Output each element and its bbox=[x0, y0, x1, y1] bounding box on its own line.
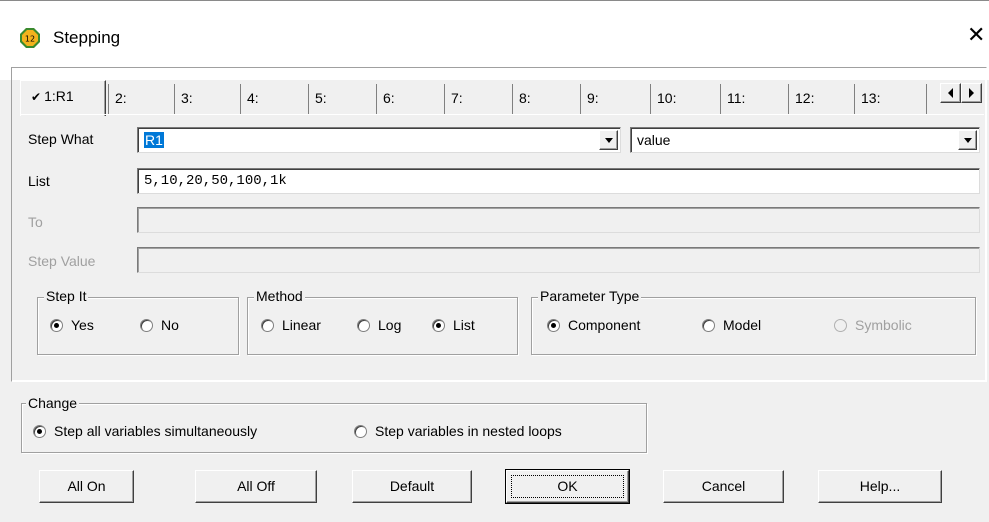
step-what-label: Step What bbox=[28, 131, 94, 147]
tab-12[interactable]: 12: bbox=[788, 84, 850, 114]
all-on-button[interactable]: All On bbox=[39, 470, 134, 503]
change-nested-radio[interactable]: Step variables in nested loops bbox=[354, 423, 562, 439]
tab-label: 2: bbox=[115, 90, 127, 106]
step-what-combobox[interactable]: R1 bbox=[137, 127, 621, 153]
tab-9[interactable]: 9: bbox=[580, 84, 642, 114]
method-log-radio[interactable]: Log bbox=[357, 317, 401, 333]
tab-8[interactable]: 8: bbox=[512, 84, 574, 114]
tab-scroll-left-button[interactable] bbox=[940, 83, 961, 103]
tab-10[interactable]: 10: bbox=[650, 84, 712, 114]
arrow-right-icon bbox=[969, 88, 974, 98]
radio-selected-icon bbox=[50, 318, 63, 332]
radio-label: Symbolic bbox=[855, 317, 912, 333]
tab-label: 11: bbox=[727, 90, 746, 106]
tab-3[interactable]: 3: bbox=[174, 84, 236, 114]
list-label: List bbox=[28, 173, 50, 189]
tab-label: 13: bbox=[861, 90, 881, 106]
all-off-button[interactable]: All Off bbox=[195, 470, 317, 503]
radio-selected-icon bbox=[33, 424, 46, 438]
change-legend: Change bbox=[26, 395, 80, 411]
tab-scroll-buttons bbox=[940, 83, 982, 103]
focus-rect bbox=[511, 475, 624, 498]
tab-7[interactable]: 7: bbox=[444, 84, 506, 114]
arrow-left-icon bbox=[948, 88, 953, 98]
tab-strip: ✔ 1:R1 2: 3: 4: 5: 6: 7: 8: 9: 10: 11: 12… bbox=[20, 80, 960, 116]
radio-label: No bbox=[161, 317, 179, 333]
tab-label: 4: bbox=[247, 90, 259, 106]
parameter-type-legend: Parameter Type bbox=[538, 288, 642, 304]
tab-label: 8: bbox=[519, 90, 531, 106]
tab-scroll-right-button[interactable] bbox=[961, 83, 982, 103]
radio-label: Model bbox=[723, 317, 762, 333]
tab-label: 7: bbox=[451, 90, 463, 106]
tab-4[interactable]: 4: bbox=[240, 84, 302, 114]
step-it-no-radio[interactable]: No bbox=[140, 317, 179, 333]
to-label: To bbox=[28, 214, 43, 230]
chevron-down-icon[interactable] bbox=[599, 130, 618, 150]
step-it-legend: Step It bbox=[44, 288, 89, 304]
radio-label: Linear bbox=[282, 317, 321, 333]
app-icon: 12 bbox=[20, 28, 40, 48]
radio-icon bbox=[702, 318, 715, 332]
help-button[interactable]: Help... bbox=[818, 470, 942, 503]
list-value: 5,10,20,50,100,1k bbox=[144, 173, 287, 189]
tab-1[interactable]: ✔ 1:R1 bbox=[20, 80, 106, 116]
tab-2[interactable]: 2: bbox=[108, 84, 170, 114]
to-input[interactable] bbox=[137, 207, 980, 233]
close-icon[interactable]: ✕ bbox=[967, 25, 985, 47]
app-icon-text: 12 bbox=[25, 35, 35, 44]
tab-label: 6: bbox=[383, 90, 395, 106]
tab-5[interactable]: 5: bbox=[308, 84, 370, 114]
radio-label: Step all variables simultaneously bbox=[54, 423, 258, 439]
radio-icon bbox=[357, 318, 370, 332]
check-icon: ✔ bbox=[31, 90, 42, 104]
change-simultaneous-radio[interactable]: Step all variables simultaneously bbox=[33, 423, 257, 439]
default-button[interactable]: Default bbox=[352, 470, 472, 503]
tab-label: 12: bbox=[795, 90, 815, 106]
parameter-component-radio[interactable]: Component bbox=[547, 317, 640, 333]
radio-icon bbox=[354, 424, 367, 438]
radio-label: Yes bbox=[71, 317, 94, 333]
step-what-attribute-combobox[interactable]: value bbox=[630, 127, 980, 153]
tab-label: 3: bbox=[181, 90, 193, 106]
radio-selected-icon bbox=[432, 318, 445, 332]
radio-icon bbox=[834, 318, 847, 332]
radio-label: Step variables in nested loops bbox=[375, 423, 562, 439]
radio-label: Component bbox=[568, 317, 641, 333]
step-it-yes-radio[interactable]: Yes bbox=[50, 317, 94, 333]
method-linear-radio[interactable]: Linear bbox=[261, 317, 321, 333]
window-title: Stepping bbox=[53, 28, 121, 47]
list-input[interactable]: 5,10,20,50,100,1k bbox=[137, 168, 980, 194]
radio-label: List bbox=[453, 317, 475, 333]
tab-label: 10: bbox=[657, 90, 677, 106]
cancel-button[interactable]: Cancel bbox=[663, 470, 784, 503]
tab-6[interactable]: 6: bbox=[376, 84, 438, 114]
parameter-model-radio[interactable]: Model bbox=[702, 317, 761, 333]
tab-label: 1:R1 bbox=[44, 88, 74, 104]
tab-label: 5: bbox=[315, 90, 327, 106]
parameter-symbolic-radio[interactable]: Symbolic bbox=[834, 317, 912, 333]
step-what-attribute-value: value bbox=[637, 132, 671, 148]
radio-label: Log bbox=[378, 317, 402, 333]
ok-button[interactable]: OK bbox=[505, 469, 630, 504]
radio-icon bbox=[140, 318, 153, 332]
tab-11[interactable]: 11: bbox=[720, 84, 782, 114]
method-list-radio[interactable]: List bbox=[432, 317, 475, 333]
tab-label: 9: bbox=[587, 90, 599, 106]
chevron-down-icon[interactable] bbox=[958, 130, 977, 150]
radio-selected-icon bbox=[547, 318, 560, 332]
radio-icon bbox=[261, 318, 274, 332]
step-what-value: R1 bbox=[144, 132, 164, 148]
method-legend: Method bbox=[254, 288, 305, 304]
step-value-label: Step Value bbox=[28, 253, 96, 269]
tab-14-partial[interactable] bbox=[926, 84, 940, 114]
tab-13[interactable]: 13: bbox=[854, 84, 916, 114]
step-value-input[interactable] bbox=[137, 247, 980, 273]
